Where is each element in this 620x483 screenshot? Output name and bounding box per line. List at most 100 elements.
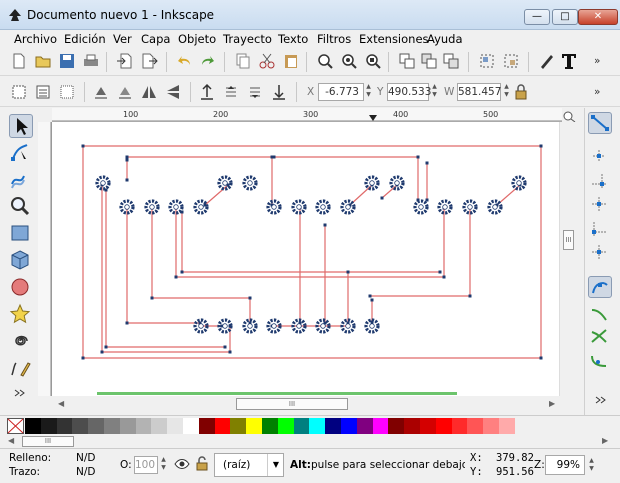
print-icon[interactable] [82, 52, 100, 70]
pcb-pad[interactable] [340, 199, 356, 215]
snap-bbox-edge-button[interactable] [588, 170, 612, 192]
opacity-spinner[interactable]: ▲ ▼ [159, 456, 168, 474]
path-node[interactable] [228, 350, 232, 354]
duplicate-icon[interactable] [398, 52, 416, 70]
select-all-layers-icon[interactable] [34, 83, 52, 101]
ellipse-tool[interactable] [9, 276, 33, 300]
redo-icon[interactable] [198, 52, 216, 70]
zoom-selection-icon[interactable] [316, 52, 334, 70]
color-swatch[interactable] [167, 418, 184, 434]
flip-horizontal-icon[interactable] [140, 83, 158, 101]
path-node[interactable] [380, 196, 384, 200]
copy-icon[interactable] [234, 52, 252, 70]
path-node[interactable] [223, 345, 227, 349]
palette-scroll-right-icon[interactable]: ▶ [602, 436, 608, 445]
path-node[interactable] [438, 270, 442, 274]
snap-nodes-button[interactable] [588, 276, 612, 298]
color-swatch[interactable] [119, 418, 137, 434]
path-node[interactable] [150, 296, 154, 300]
color-swatch[interactable] [40, 418, 58, 434]
palette-scrollbar[interactable]: ◀ III ▶ [8, 435, 612, 448]
pcb-pad[interactable] [242, 175, 258, 191]
path-node[interactable] [416, 155, 420, 159]
eye-visibility-icon[interactable] [174, 457, 190, 471]
zoom-input[interactable]: 99% [545, 455, 585, 475]
color-swatch[interactable] [356, 418, 374, 434]
menu-ver[interactable]: Ver [113, 32, 132, 46]
color-swatch[interactable] [135, 418, 152, 434]
save-icon[interactable] [58, 52, 76, 70]
pcb-trace[interactable] [175, 208, 445, 278]
menu-ayuda[interactable]: Ayuda [427, 32, 463, 46]
maximize-button[interactable]: □ [552, 9, 578, 25]
menu-objeto[interactable]: Objeto [178, 32, 216, 46]
unlink-clone-icon[interactable] [442, 52, 460, 70]
pcb-drawing[interactable] [52, 122, 559, 396]
path-node[interactable] [468, 294, 472, 298]
x-spinner[interactable]: ▲ ▼ [364, 83, 373, 101]
pcb-trace[interactable] [181, 212, 440, 273]
color-swatch[interactable] [483, 418, 500, 434]
menu-archivo[interactable]: Archivo [14, 32, 57, 46]
fill-value[interactable]: N/D [76, 452, 95, 464]
w-input[interactable]: 581.457 [457, 83, 501, 101]
zoom-page-icon[interactable] [364, 52, 382, 70]
star-tool[interactable] [9, 303, 33, 327]
pcb-pad[interactable] [364, 175, 380, 191]
color-swatch[interactable] [262, 418, 279, 434]
zoom-drawing-icon[interactable] [340, 52, 358, 70]
color-swatch[interactable] [388, 418, 405, 434]
color-swatch[interactable] [246, 418, 263, 434]
palette-scroll-thumb[interactable]: III [22, 436, 74, 447]
zoom-corner-icon[interactable] [562, 110, 576, 122]
lock-icon[interactable] [512, 83, 530, 101]
scroll-right-arrow-icon[interactable]: ▶ [549, 399, 555, 408]
import-icon[interactable] [116, 52, 134, 70]
path-node[interactable] [125, 155, 129, 159]
path-node[interactable] [81, 356, 85, 360]
color-swatch[interactable] [277, 418, 295, 434]
snap-intersection-button[interactable] [588, 326, 612, 348]
color-swatch[interactable] [404, 418, 421, 434]
x-input[interactable]: -6.773 [318, 83, 364, 101]
deselect-icon[interactable] [58, 83, 76, 101]
node-tool[interactable] [9, 141, 33, 165]
zoom-spinner[interactable]: ▲ ▼ [587, 457, 596, 475]
pcb-trace[interactable] [204, 184, 229, 206]
palette-scroll-left-icon[interactable]: ◀ [8, 436, 14, 445]
pcb-pad[interactable] [487, 199, 503, 215]
pcb-trace[interactable] [126, 208, 200, 324]
path-node[interactable] [125, 321, 129, 325]
menu-trayecto[interactable]: Trayecto [223, 32, 272, 46]
pcb-pad[interactable] [511, 175, 527, 191]
layer-lock-icon[interactable] [196, 456, 208, 471]
path-node[interactable] [425, 198, 429, 202]
minimize-button[interactable]: — [524, 9, 550, 25]
pcb-trace[interactable] [274, 156, 419, 200]
undo-icon[interactable] [176, 52, 194, 70]
scroll-left-arrow-icon[interactable]: ◀ [58, 399, 64, 408]
color-swatch[interactable] [214, 418, 231, 434]
pcb-pad[interactable] [266, 199, 282, 215]
color-swatch[interactable] [372, 418, 389, 434]
snap-midpoint-button[interactable] [588, 218, 612, 240]
color-swatch[interactable] [230, 418, 247, 434]
menu-extensiones[interactable]: Extensiones [359, 32, 429, 46]
no-paint-swatch-icon[interactable] [7, 418, 24, 434]
color-swatch[interactable] [325, 418, 342, 434]
color-swatch[interactable] [25, 418, 42, 434]
snap-bbox-button[interactable] [588, 146, 612, 168]
vertical-scroll-thumb[interactable]: III [563, 230, 574, 250]
snap-center-button[interactable] [588, 242, 612, 264]
export-icon[interactable] [140, 52, 158, 70]
layer-select[interactable]: (raíz) ▼ [214, 453, 284, 477]
snap-paths-button[interactable] [588, 302, 612, 324]
path-node[interactable] [368, 294, 372, 298]
color-swatch[interactable] [293, 418, 310, 434]
path-node[interactable] [425, 161, 429, 165]
pcb-trace[interactable] [370, 208, 471, 297]
group-icon[interactable] [478, 52, 496, 70]
color-swatch[interactable] [309, 418, 326, 434]
path-node[interactable] [81, 144, 85, 148]
open-folder-icon[interactable] [34, 52, 52, 70]
